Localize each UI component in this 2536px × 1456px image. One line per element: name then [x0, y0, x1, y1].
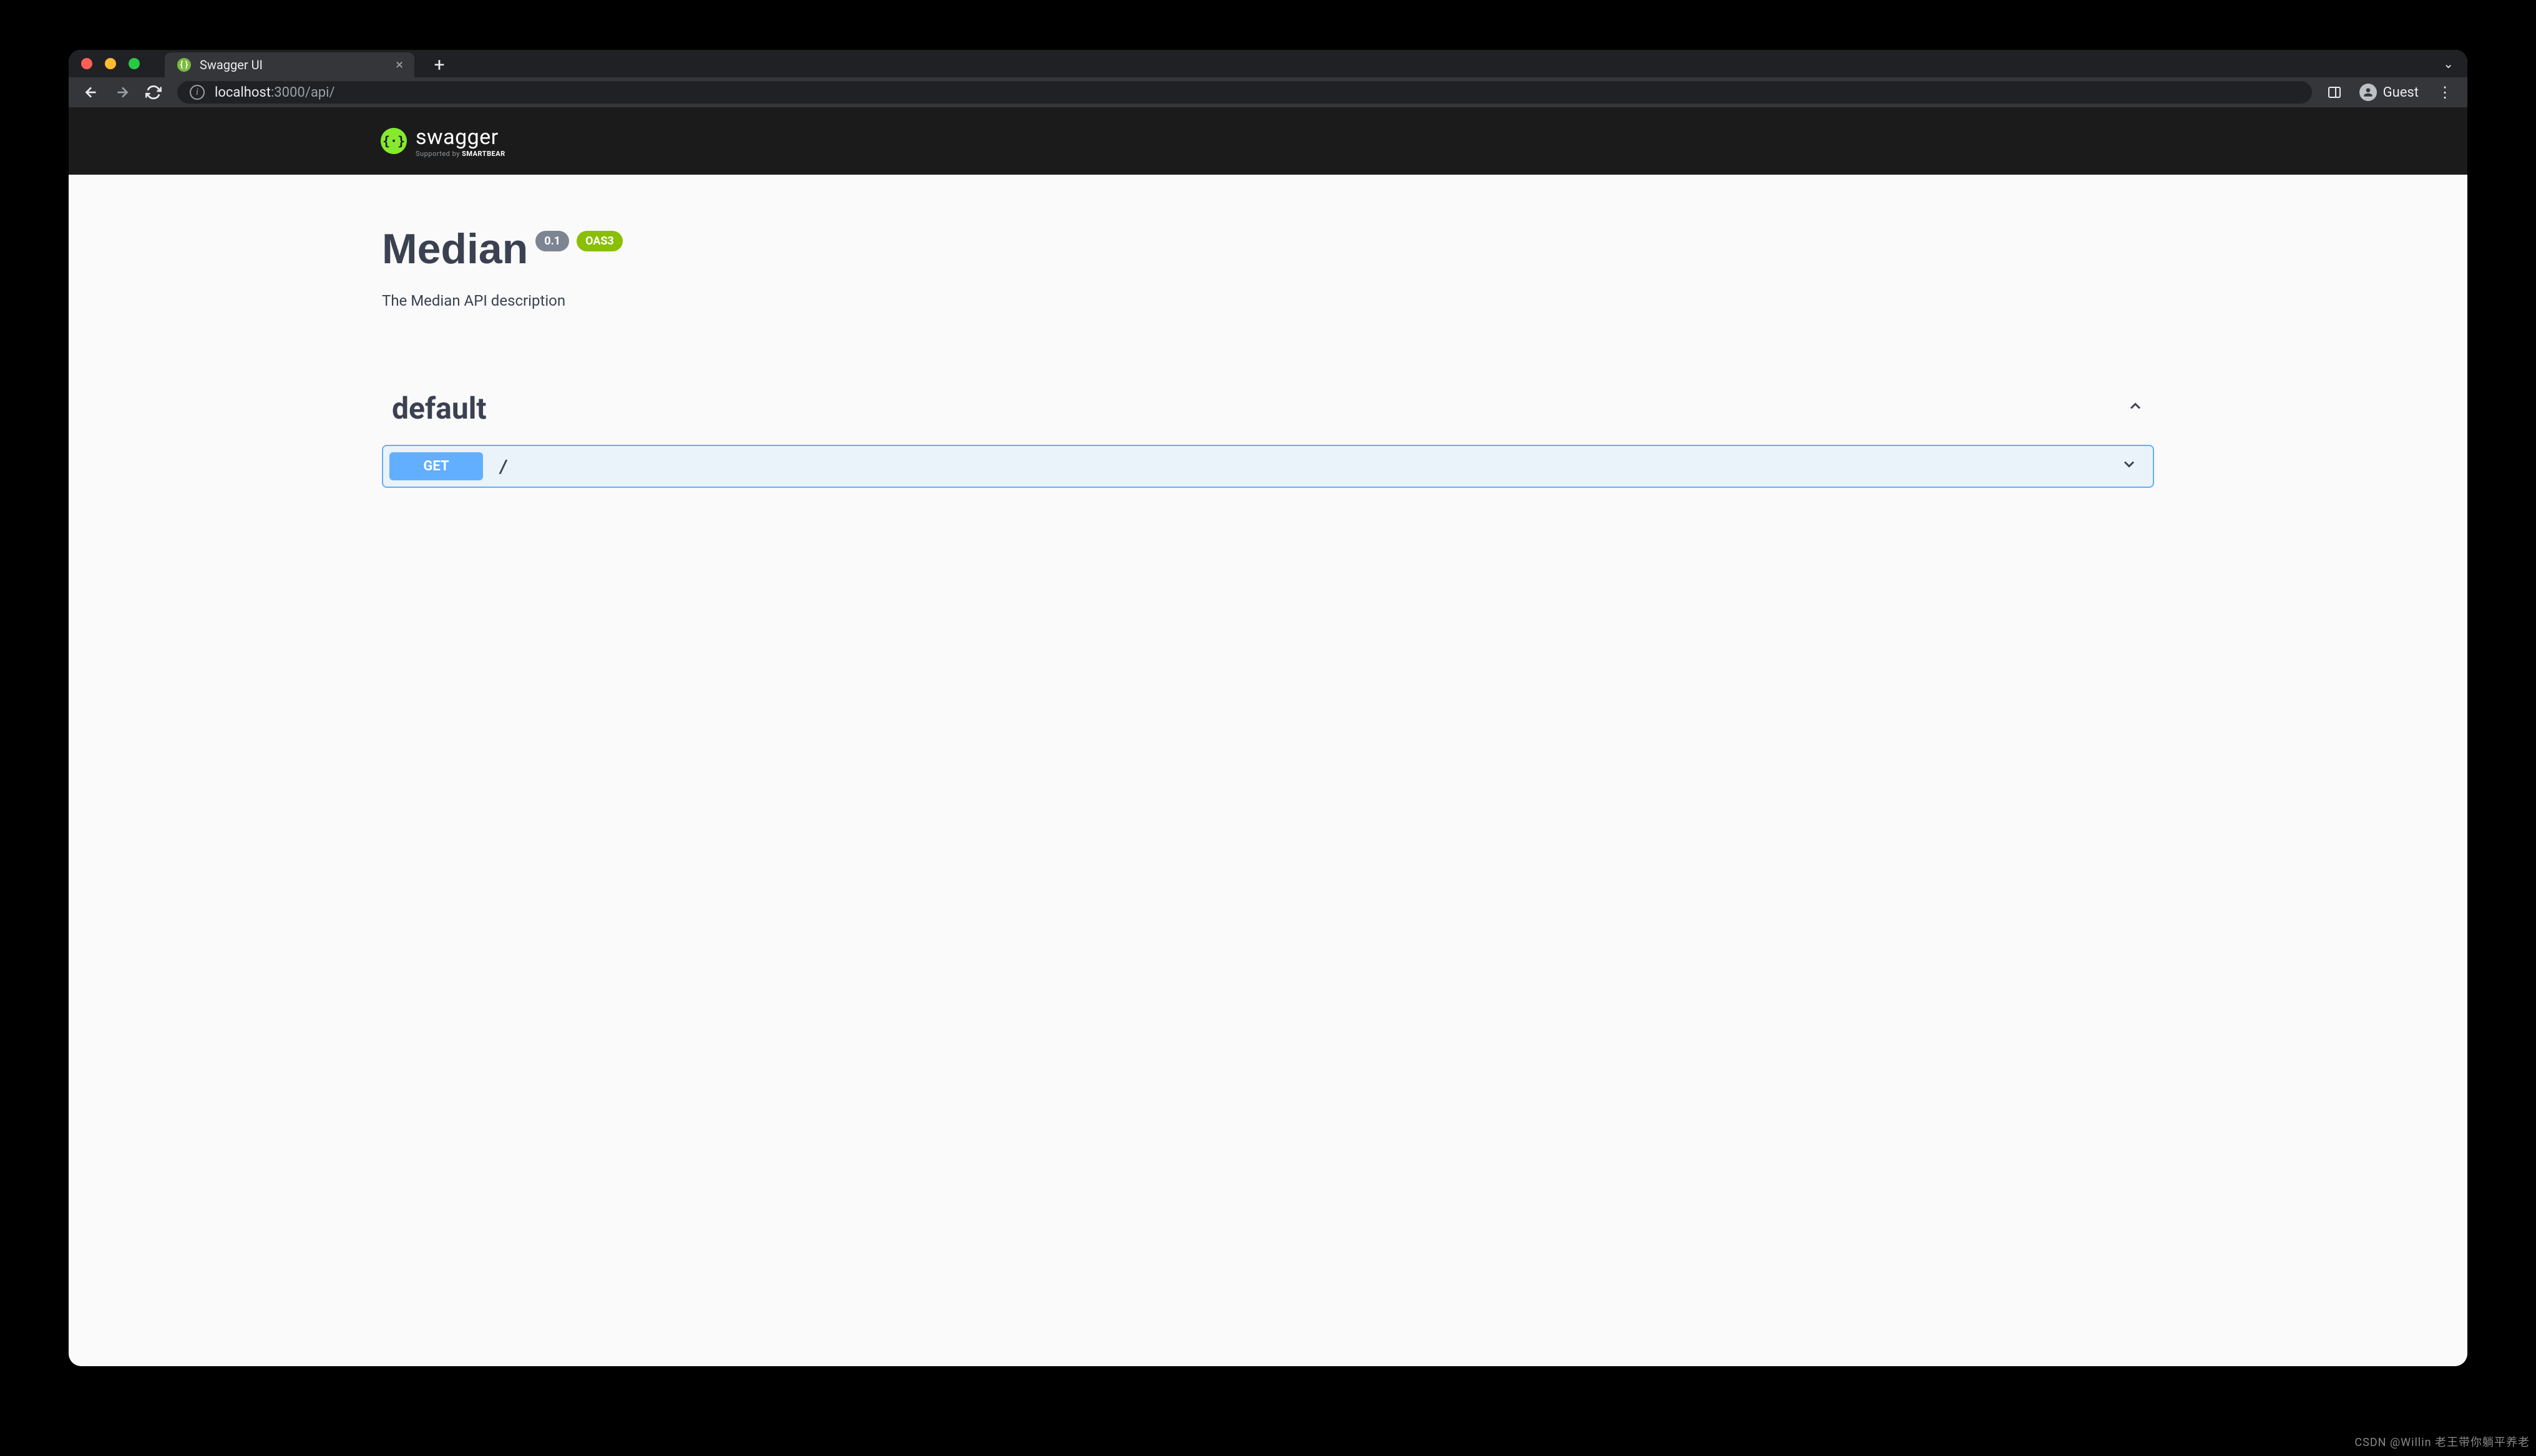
- api-description: The Median API description: [382, 292, 2154, 309]
- url-bar: i localhost:3000/api/ Guest ⋮: [69, 77, 2467, 107]
- http-method-badge: GET: [389, 452, 483, 480]
- maximize-window-button[interactable]: [129, 58, 140, 69]
- avatar-icon: [2359, 84, 2377, 101]
- address-bar[interactable]: i localhost:3000/api/: [177, 81, 2312, 104]
- url-text: localhost:3000/api/: [215, 85, 335, 100]
- window-dropdown-icon[interactable]: ⌄: [2443, 56, 2454, 71]
- forward-button[interactable]: [109, 79, 136, 106]
- reload-button[interactable]: [140, 79, 167, 106]
- profile-label: Guest: [2383, 85, 2419, 100]
- api-title: Median: [382, 225, 528, 273]
- swagger-supported-by: Supported by SMARTBEAR: [416, 150, 505, 158]
- version-badge: 0.1: [535, 231, 569, 251]
- site-info-icon[interactable]: i: [190, 85, 205, 100]
- traffic-lights: [81, 58, 140, 69]
- browser-tab[interactable]: { } Swagger UI ×: [165, 52, 414, 77]
- profile-button[interactable]: Guest: [2354, 81, 2424, 104]
- panel-toggle-icon[interactable]: [2322, 80, 2347, 105]
- swagger-brand-name: swagger: [416, 125, 505, 150]
- close-tab-button[interactable]: ×: [396, 57, 403, 73]
- watermark: CSDN @Willin 老王带你躺平养老: [2354, 1434, 2530, 1450]
- toolbar-right: Guest ⋮: [2322, 80, 2459, 105]
- tab-title: Swagger UI: [200, 57, 263, 72]
- swagger-logo[interactable]: {·} swagger Supported by SMARTBEAR: [381, 125, 505, 158]
- tag-section-header[interactable]: default: [382, 384, 2154, 432]
- content-container: Median 0.1 OAS3 The Median API descripti…: [382, 225, 2154, 488]
- browser-window: { } Swagger UI × + ⌄ i localhost:3000/ap…: [69, 50, 2467, 1366]
- oas-badge: OAS3: [577, 231, 623, 251]
- close-window-button[interactable]: [81, 58, 92, 69]
- operation-path: /: [498, 456, 509, 477]
- tag-name: default: [392, 391, 487, 426]
- menu-button[interactable]: ⋮: [2431, 84, 2459, 101]
- swagger-logo-text: swagger Supported by SMARTBEAR: [416, 125, 505, 158]
- new-tab-button[interactable]: +: [427, 52, 452, 77]
- url-host: localhost: [215, 85, 271, 100]
- chevron-up-icon: [2127, 397, 2144, 419]
- minimize-window-button[interactable]: [105, 58, 116, 69]
- api-header: Median 0.1 OAS3: [382, 225, 2154, 273]
- swagger-topbar: {·} swagger Supported by SMARTBEAR: [69, 107, 2467, 175]
- operation-row[interactable]: GET /: [382, 445, 2154, 488]
- back-button[interactable]: [77, 79, 105, 106]
- url-path: :3000/api/: [271, 85, 335, 100]
- page-content: Median 0.1 OAS3 The Median API descripti…: [69, 175, 2467, 538]
- tag-section: default GET /: [382, 384, 2154, 488]
- chevron-down-icon[interactable]: [2120, 455, 2138, 477]
- swagger-logo-icon: {·}: [381, 128, 407, 154]
- tab-strip: { } Swagger UI × +: [165, 50, 452, 77]
- swagger-favicon-icon: { }: [177, 58, 191, 72]
- title-bar: { } Swagger UI × + ⌄: [69, 50, 2467, 77]
